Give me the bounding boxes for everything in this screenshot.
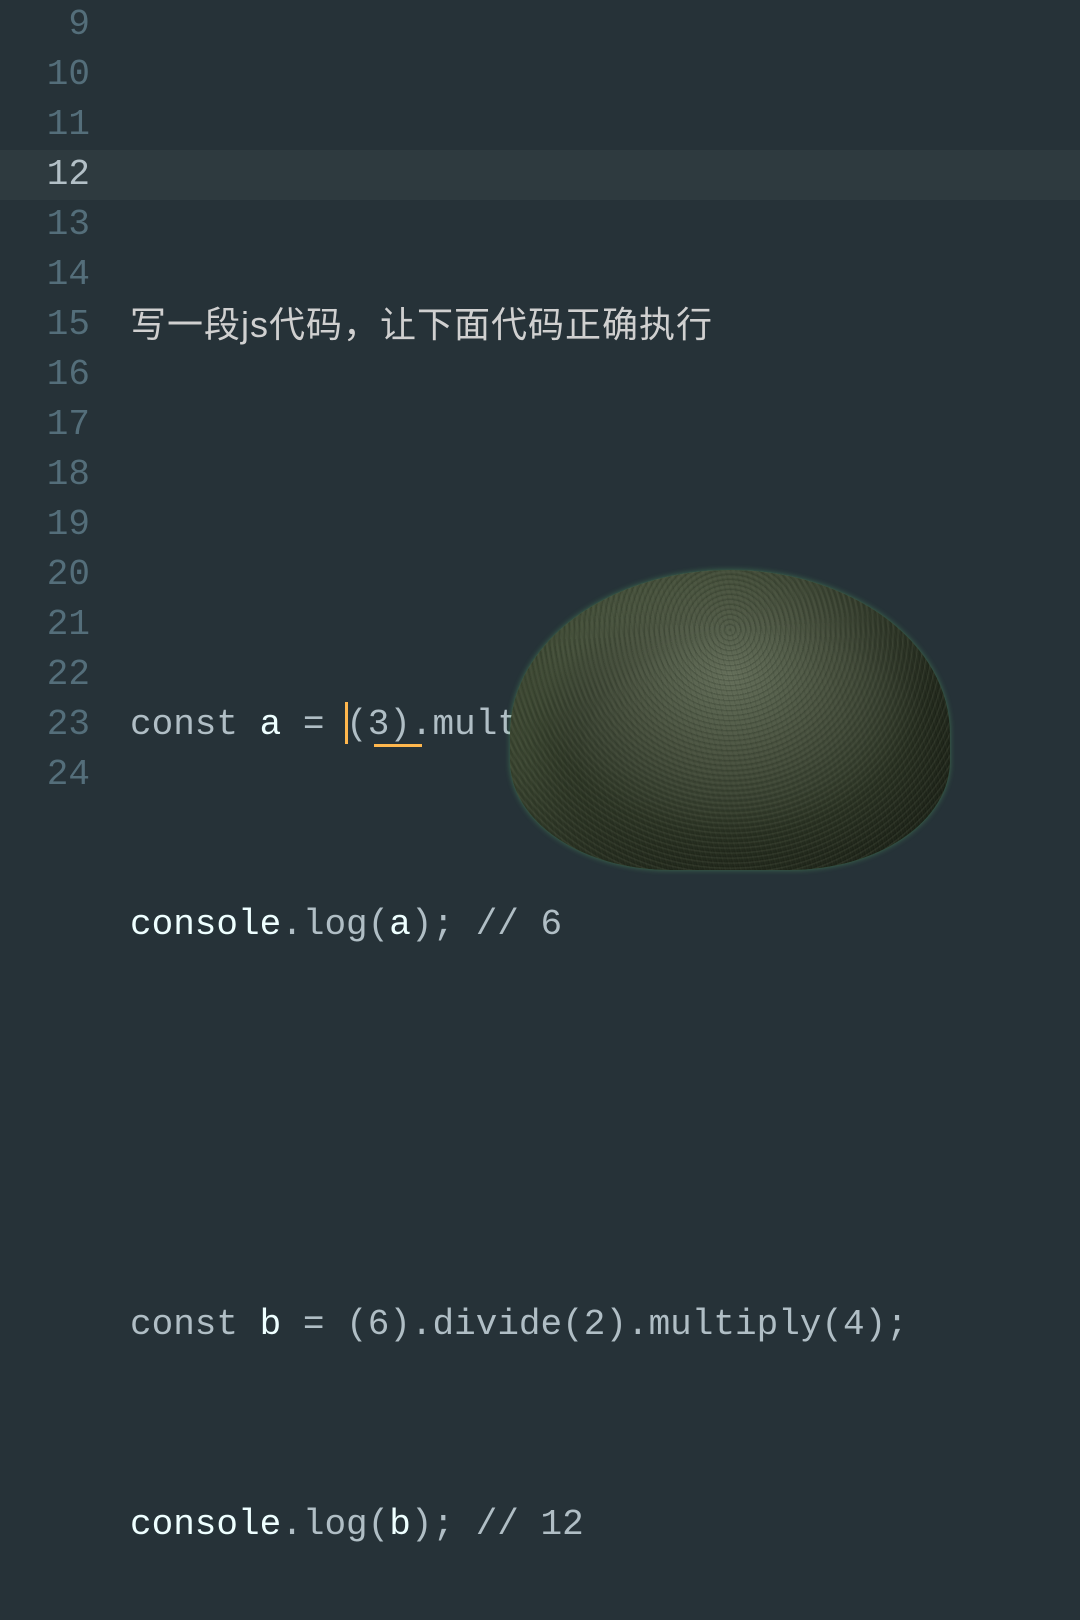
dot: . <box>411 1300 433 1350</box>
code-line-11[interactable] <box>130 500 1080 550</box>
code-line-13[interactable]: console.log(a); // 6 <box>130 900 1080 950</box>
line-number: 20 <box>0 550 90 600</box>
line-number: 10 <box>0 50 90 100</box>
line-number: 14 <box>0 250 90 300</box>
method-multiply: multiply <box>649 1300 822 1350</box>
identifier: a <box>389 900 411 950</box>
paren-close: ) <box>411 1500 433 1550</box>
line-number-active: 12 <box>0 150 90 200</box>
number-literal: 4 <box>843 1300 865 1350</box>
line-number: 9 <box>0 0 90 50</box>
code-line-10[interactable]: 写一段js代码，让下面代码正确执行 <box>130 300 1080 350</box>
dot: . <box>281 900 303 950</box>
line-number: 22 <box>0 650 90 700</box>
line-number: 13 <box>0 200 90 250</box>
line-number: 16 <box>0 350 90 400</box>
method-log: log <box>303 900 368 950</box>
operator-eq: = <box>303 700 325 750</box>
paren-open: ( <box>346 700 368 750</box>
identifier-console: console <box>130 1500 281 1550</box>
text-cursor <box>345 702 348 744</box>
line-number: 24 <box>0 750 90 800</box>
number-literal: 6 <box>368 1300 390 1350</box>
semicolon: ; <box>886 1300 908 1350</box>
keyword-const: const <box>130 700 238 750</box>
comment: // 12 <box>476 1500 584 1550</box>
paren-close: ) <box>411 900 433 950</box>
line-number: 11 <box>0 100 90 150</box>
keyword-const: const <box>130 1300 238 1350</box>
number-literal: 3 <box>368 700 390 750</box>
paren-open: ( <box>368 1500 390 1550</box>
dot: . <box>281 1500 303 1550</box>
paren-open: ( <box>346 1300 368 1350</box>
method-log: log <box>303 1500 368 1550</box>
paren-open: ( <box>368 900 390 950</box>
identifier: a <box>260 700 282 750</box>
line-number-gutter: 9 10 11 12 13 14 15 16 17 18 19 20 21 22… <box>0 0 110 810</box>
semicolon: ; <box>432 1500 454 1550</box>
code-line-15[interactable]: const b = (6).divide(2).multiply(4); <box>130 1300 1080 1350</box>
paren-close: ) <box>865 1300 887 1350</box>
dot: . <box>411 700 433 750</box>
identifier: b <box>389 1500 411 1550</box>
semicolon: ; <box>432 900 454 950</box>
dot: . <box>627 1300 649 1350</box>
operator-eq: = <box>303 1300 325 1350</box>
paren-close: ) <box>389 1300 411 1350</box>
code-line-9[interactable] <box>130 100 1080 150</box>
cursor-underline <box>374 744 422 747</box>
line-number: 17 <box>0 400 90 450</box>
line-number: 21 <box>0 600 90 650</box>
paren-close: ) <box>389 700 411 750</box>
code-line-16[interactable]: console.log(b); // 12 <box>130 1500 1080 1550</box>
line-number: 19 <box>0 500 90 550</box>
paren-open: ( <box>821 1300 843 1350</box>
code-line-14[interactable] <box>130 1100 1080 1150</box>
line-number: 15 <box>0 300 90 350</box>
comment-text: 写一段js代码，让下面代码正确执行 <box>130 300 713 350</box>
paren-close: ) <box>605 1300 627 1350</box>
identifier: b <box>260 1300 282 1350</box>
line-number: 23 <box>0 700 90 750</box>
number-literal: 2 <box>584 1300 606 1350</box>
paren-open: ( <box>562 1300 584 1350</box>
line-number: 18 <box>0 450 90 500</box>
comment: // 6 <box>476 900 562 950</box>
identifier-console: console <box>130 900 281 950</box>
method-divide: divide <box>433 1300 563 1350</box>
